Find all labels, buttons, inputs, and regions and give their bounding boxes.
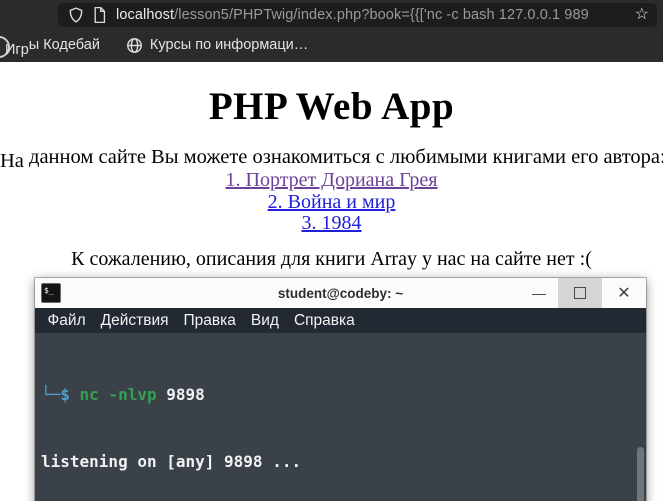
command-arg: 9898 — [156, 384, 205, 404]
browser-chrome: localhost/lesson5/PHPTwig/index.php?book… — [0, 0, 663, 73]
intro-rest: данном сайте Вы можете ознакомиться с лю… — [23, 146, 663, 168]
minimize-button[interactable]: — — [520, 278, 558, 308]
terminal-window: $_ student@codeby: ~ — ✕ Файл Действия П… — [35, 278, 646, 501]
screen: localhost/lesson5/PHPTwig/index.php?book… — [0, 0, 663, 501]
menu-view[interactable]: Вид — [243, 312, 286, 330]
intro-text: На данном сайте Вы можете ознакомиться с… — [0, 146, 663, 172]
menu-file[interactable]: Файл — [40, 312, 93, 330]
menu-help[interactable]: Справка — [286, 312, 362, 330]
terminal-scrollbar[interactable] — [637, 447, 644, 501]
shield-icon[interactable] — [69, 7, 83, 23]
terminal-output[interactable]: └─$ nc -nlvp 9898 listening on [any] 989… — [35, 333, 646, 501]
close-button[interactable]: ✕ — [602, 278, 646, 308]
address-bar[interactable]: localhost/lesson5/PHPTwig/index.php?book… — [58, 3, 657, 27]
book-link-3[interactable]: 3. 1984 — [0, 212, 663, 235]
prompt-symbol: └─$ — [41, 384, 80, 404]
bookmark-courses[interactable]: Курсы по информаци… — [126, 37, 308, 54]
maximize-button[interactable] — [558, 278, 602, 308]
maximize-icon — [574, 287, 586, 299]
bookmark-codeby-games[interactable]: Игр ы Кодебай — [5, 37, 100, 58]
command-text: nc -nlvp — [79, 384, 157, 404]
page-info-icon[interactable] — [93, 7, 106, 23]
book-link-2[interactable]: 2. Война и мир — [0, 191, 663, 214]
url-fade — [586, 7, 629, 23]
terminal-line: └─$ nc -nlvp 9898 — [41, 384, 632, 406]
menu-actions[interactable]: Действия — [93, 312, 176, 330]
terminal-titlebar[interactable]: $_ student@codeby: ~ — ✕ — [35, 278, 646, 308]
bookmark-star-icon[interactable]: ☆ — [635, 7, 649, 23]
book-list: 1. Портрет Дориана Грея 2. Война и мир 3… — [0, 169, 663, 235]
bookmark-label: Курсы по информаци… — [149, 37, 309, 53]
bookmarks-bar: Игр ы Кодебай Курсы по информаци… — [0, 32, 663, 58]
globe-icon — [126, 37, 143, 54]
menu-edit[interactable]: Правка — [176, 312, 243, 330]
page-title: PHP Web App — [208, 85, 455, 128]
intro-prefix: На — [0, 150, 24, 172]
terminal-line: listening on [any] 9898 ... — [41, 451, 632, 473]
terminal-app-icon: $_ — [41, 283, 61, 303]
output-text: listening on [any] 9898 ... — [41, 452, 302, 472]
bookmark-label: ы Кодебай — [28, 37, 100, 53]
bookmark-label: Игр — [5, 42, 29, 58]
url-text[interactable]: localhost/lesson5/PHPTwig/index.php?book… — [116, 7, 629, 23]
url-domain: localhost — [116, 7, 175, 23]
terminal-menubar: Файл Действия Правка Вид Справка — [35, 308, 646, 333]
not-found-text: К сожалению, описания для книги Array у … — [71, 247, 592, 270]
window-controls: — ✕ — [520, 278, 646, 308]
url-path: /lesson5/PHPTwig/index.php?book={{['nc -… — [174, 7, 589, 23]
book-link-1[interactable]: 1. Портрет Дориана Грея — [0, 169, 663, 192]
